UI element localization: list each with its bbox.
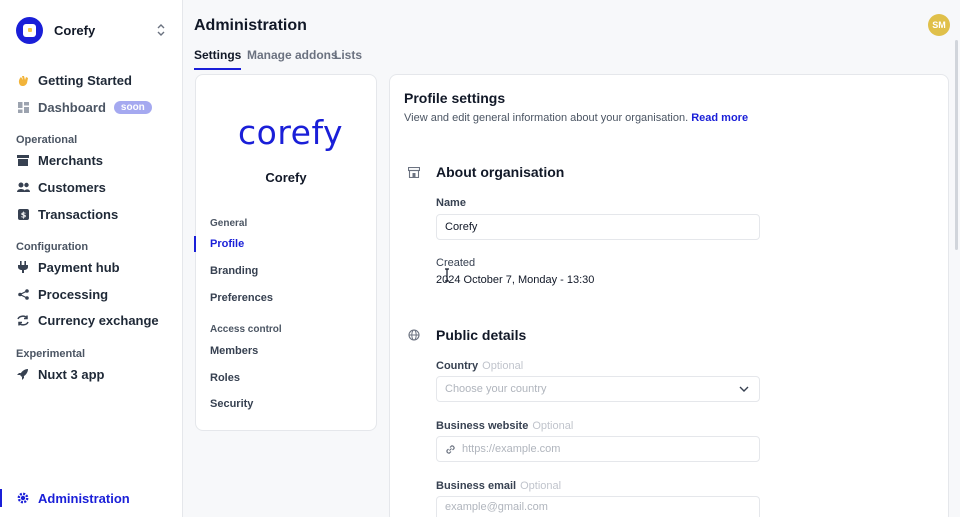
read-more-link[interactable]: Read more [691, 112, 748, 124]
email-input[interactable]: example@gmail.com [436, 496, 760, 517]
nav-transactions[interactable]: $ Transactions [16, 203, 176, 225]
subnav-preferences[interactable]: Preferences [210, 292, 273, 304]
dashboard-icon [16, 100, 30, 114]
nav-label: Payment hub [38, 259, 120, 275]
section-access-control: Access control [210, 324, 282, 335]
description-text: View and edit general information about … [404, 112, 689, 124]
nav-getting-started[interactable]: Getting Started [16, 69, 176, 91]
subnav-security[interactable]: Security [210, 398, 253, 410]
nav-label: Administration [38, 490, 130, 506]
subnav-branding[interactable]: Branding [210, 265, 258, 277]
store-icon [16, 153, 30, 167]
country-label-text: Country [436, 360, 479, 372]
exchange-icon [16, 313, 30, 327]
country-label: Country Optional [436, 360, 523, 372]
soon-badge: soon [113, 100, 152, 114]
website-placeholder: https://example.com [462, 443, 561, 455]
email-placeholder: example@gmail.com [445, 501, 548, 513]
nav-label: Currency exchange [38, 312, 159, 328]
nav-label: Nuxt 3 app [38, 366, 105, 382]
tab-settings[interactable]: Settings [194, 48, 242, 70]
text-cursor-icon [445, 268, 449, 282]
nav-label: Transactions [38, 206, 119, 222]
country-placeholder: Choose your country [445, 383, 547, 395]
website-label: Business website Optional [436, 420, 573, 432]
website-label-text: Business website [436, 420, 529, 432]
nav-administration[interactable]: Administration [16, 487, 176, 509]
chevron-up-down-icon [157, 24, 165, 36]
wave-hand-icon [16, 73, 30, 87]
dollar-icon: $ [16, 207, 30, 221]
nav-label: Getting Started [38, 72, 132, 88]
nav-nuxt-app[interactable]: Nuxt 3 app [16, 363, 176, 385]
profile-settings-title: Profile settings [404, 90, 506, 106]
nav-dashboard[interactable]: Dashboard soon [16, 96, 176, 118]
org-name: Corefy [265, 170, 307, 185]
optional-tag: Optional [482, 360, 524, 372]
org-switcher[interactable]: Corefy [16, 16, 176, 44]
page-title: Administration [194, 17, 307, 34]
svg-text:$: $ [20, 210, 26, 219]
about-organisation-title: About organisation [436, 164, 565, 180]
rocket-icon [16, 367, 30, 381]
name-label: Name [436, 197, 466, 209]
sub-active-indicator [194, 236, 196, 252]
active-indicator [0, 489, 2, 507]
public-details-title: Public details [436, 327, 527, 343]
subnav-roles[interactable]: Roles [210, 372, 240, 384]
nav-label: Dashboard [38, 99, 106, 115]
nav-processing[interactable]: Processing [16, 283, 176, 305]
brand-logo [16, 16, 43, 44]
profile-settings-description: View and edit general information about … [404, 112, 748, 124]
created-value: 2024 October 7, Monday - 13:30 [436, 274, 595, 286]
section-experimental: Experimental [16, 348, 86, 360]
section-general: General [210, 218, 248, 229]
nav-merchants[interactable]: Merchants [16, 149, 176, 171]
nav-label: Processing [38, 286, 109, 302]
created-label: Created [436, 257, 476, 269]
email-label: Business email Optional [436, 480, 561, 492]
page-scrollbar[interactable] [955, 40, 958, 250]
country-select[interactable]: Choose your country [436, 376, 760, 402]
nav-customers[interactable]: Customers [16, 176, 176, 198]
tab-lists[interactable]: Lists [334, 48, 362, 68]
name-input[interactable]: Corefy [436, 214, 760, 240]
section-configuration: Configuration [16, 241, 89, 253]
link-icon [445, 444, 456, 455]
email-label-text: Business email [436, 480, 517, 492]
gear-icon [16, 491, 30, 505]
optional-tag: Optional [520, 480, 562, 492]
nav-label: Merchants [38, 152, 104, 168]
nav-payment-hub[interactable]: Payment hub [16, 256, 176, 278]
share-icon [16, 287, 30, 301]
globe-icon [406, 327, 422, 343]
sidebar: Corefy Getting Started Dashboard soon Op… [0, 0, 183, 517]
section-operational: Operational [16, 134, 78, 146]
plug-icon [16, 260, 30, 274]
corefy-wordmark: corefy [238, 113, 344, 152]
building-icon [406, 164, 422, 180]
tab-manage-addons[interactable]: Manage addons [247, 48, 338, 68]
avatar[interactable]: SM [928, 14, 950, 36]
subnav-members[interactable]: Members [210, 345, 258, 357]
brand-name: Corefy [54, 22, 96, 38]
users-icon [16, 180, 30, 194]
name-input-value: Corefy [445, 221, 478, 233]
nav-label: Customers [38, 179, 106, 195]
chevron-down-icon [739, 386, 749, 392]
website-input[interactable]: https://example.com [436, 436, 760, 462]
nav-currency-exchange[interactable]: Currency exchange [16, 309, 176, 331]
subnav-profile[interactable]: Profile [210, 238, 244, 250]
optional-tag: Optional [532, 420, 574, 432]
